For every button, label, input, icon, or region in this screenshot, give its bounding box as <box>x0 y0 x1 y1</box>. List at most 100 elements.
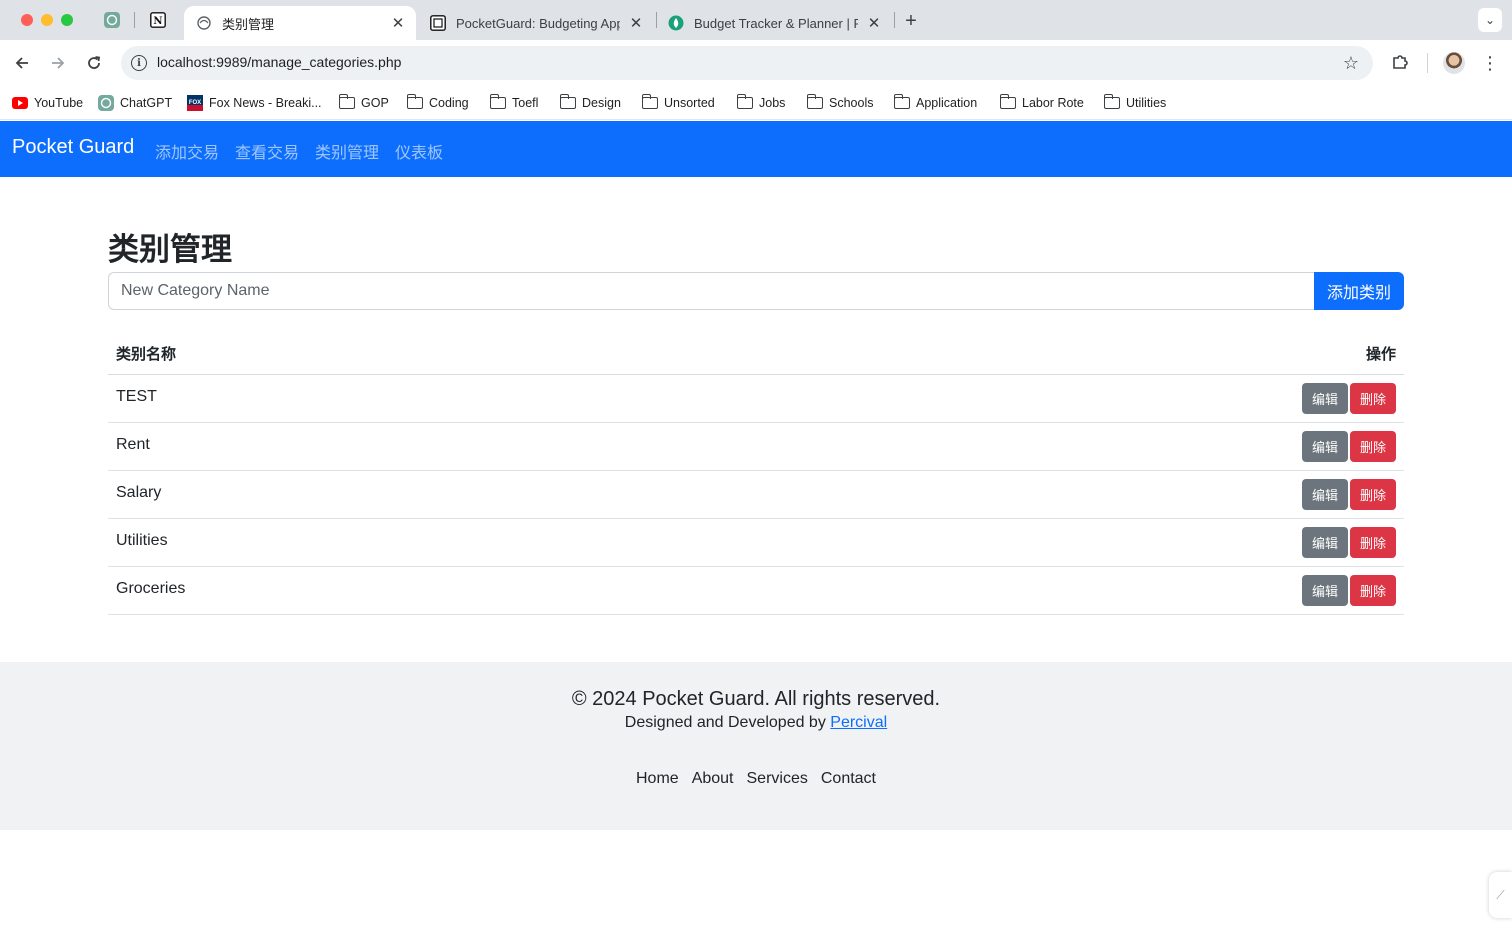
bookmark-label: Unsorted <box>664 96 715 110</box>
navbar-brand[interactable]: Pocket Guard <box>12 136 134 159</box>
category-name-cell: TEST <box>108 374 672 423</box>
window-maximize-button[interactable] <box>61 14 73 26</box>
delete-button[interactable]: 删除 <box>1350 526 1396 558</box>
category-name-cell: Utilities <box>108 518 672 567</box>
tab-search-chevron-icon[interactable]: ⌄ <box>1478 8 1502 32</box>
delete-button[interactable]: 删除 <box>1350 382 1396 414</box>
new-tab-plus-icon[interactable]: + <box>900 10 922 32</box>
table-row: Salary 编辑 删除 <box>108 470 1404 519</box>
table-header-row: 类别名称 操作 <box>108 334 1404 375</box>
categories-table: 类别名称 操作 TEST 编辑 删除 Rent 编辑 删除 Salary 编辑 删除 … <box>108 334 1404 615</box>
category-name-cell: Salary <box>108 470 672 519</box>
address-bar[interactable]: i localhost:9989/manage_categories.php ☆ <box>121 46 1373 80</box>
notion-icon: N <box>150 12 166 28</box>
bookmark-folder-application[interactable]: Application <box>893 93 978 113</box>
nav-link-manage-categories[interactable]: 类别管理 <box>315 139 379 163</box>
folder-icon <box>893 94 910 111</box>
budget-tracker-favicon-icon <box>668 15 684 31</box>
footer-link-services[interactable]: Services <box>747 770 808 788</box>
bookmark-folder-schools[interactable]: Schools <box>806 93 873 113</box>
edit-button[interactable]: 编辑 <box>1302 478 1348 510</box>
folder-icon <box>1103 94 1120 111</box>
category-name-cell: Rent <box>108 422 672 471</box>
browser-menu-icon[interactable]: ⋮ <box>1480 52 1500 74</box>
bookmark-folder-toefl[interactable]: Toefl <box>489 93 538 113</box>
tab-close-icon[interactable]: ✕ <box>390 15 406 32</box>
tab-budget-tracker[interactable]: Budget Tracker & Planner | Fr ✕ <box>656 6 892 40</box>
bookmark-star-icon[interactable]: ☆ <box>1343 53 1359 74</box>
bookmark-folder-design[interactable]: Design <box>559 93 621 113</box>
new-category-input[interactable] <box>108 272 1314 310</box>
actions-cell: 编辑 删除 <box>671 374 1404 423</box>
footer-link-about[interactable]: About <box>692 770 734 788</box>
nav-link-add-transaction[interactable]: 添加交易 <box>155 139 219 163</box>
svg-text:FOX: FOX <box>189 100 201 106</box>
bookmarks-bar: YouTube ChatGPT FOX Fox News - Breaki...… <box>0 86 1512 120</box>
add-category-button[interactable]: 添加类别 <box>1314 272 1404 310</box>
bookmark-label: Utilities <box>1126 96 1167 110</box>
edit-button[interactable]: 编辑 <box>1302 574 1348 606</box>
table-row: Groceries 编辑 删除 <box>108 566 1404 615</box>
bookmark-folder-utilities[interactable]: Utilities <box>1103 93 1167 113</box>
bookmark-youtube[interactable]: YouTube <box>12 93 83 113</box>
browser-toolbar: i localhost:9989/manage_categories.php ☆ <box>0 40 1512 86</box>
bookmark-folder-coding[interactable]: Coding <box>406 93 469 113</box>
side-panel-toggle-icon[interactable]: ⟋ <box>1489 872 1512 918</box>
delete-button[interactable]: 删除 <box>1350 430 1396 462</box>
actions-cell: 编辑 删除 <box>671 566 1404 615</box>
delete-button[interactable]: 删除 <box>1350 478 1396 510</box>
site-footer: © 2024 Pocket Guard. All rights reserved… <box>0 662 1512 830</box>
footer-link-contact[interactable]: Contact <box>821 770 876 788</box>
pinned-tab-chatgpt[interactable] <box>102 10 122 30</box>
tab-manage-categories[interactable]: 类别管理 ✕ <box>184 6 416 40</box>
bookmark-folder-labor-rote[interactable]: Labor Rote <box>999 93 1084 113</box>
footer-link-home[interactable]: Home <box>636 770 679 788</box>
tab-title: Budget Tracker & Planner | Fr <box>694 15 858 31</box>
footer-copyright: © 2024 Pocket Guard. All rights reserved… <box>571 688 941 710</box>
bookmark-label: Design <box>582 96 621 110</box>
bookmark-folder-unsorted[interactable]: Unsorted <box>641 93 715 113</box>
chatgpt-icon <box>98 95 114 111</box>
column-header-category-name: 类别名称 <box>108 334 672 375</box>
pocketguard-favicon-icon <box>430 15 446 31</box>
site-info-icon[interactable]: i <box>131 55 147 71</box>
tab-title: 类别管理 <box>222 16 275 32</box>
tab-close-icon[interactable]: ✕ <box>866 15 882 32</box>
back-arrow-icon[interactable] <box>11 52 33 74</box>
nav-link-view-transactions[interactable]: 查看交易 <box>235 139 299 163</box>
tab-close-icon[interactable]: ✕ <box>628 15 644 32</box>
reload-icon[interactable] <box>83 52 105 74</box>
bookmark-chatgpt[interactable]: ChatGPT <box>98 93 172 113</box>
footer-links: Home About Services Contact <box>0 770 1512 788</box>
folder-icon <box>489 94 506 111</box>
globe-icon <box>196 15 212 31</box>
bookmark-fox-news[interactable]: FOX Fox News - Breaki... <box>187 93 322 113</box>
folder-icon <box>559 94 576 111</box>
bookmark-folder-jobs[interactable]: Jobs <box>736 93 785 113</box>
edit-button[interactable]: 编辑 <box>1302 430 1348 462</box>
extensions-puzzle-icon[interactable] <box>1390 52 1410 72</box>
actions-cell: 编辑 删除 <box>671 470 1404 519</box>
table-row: TEST 编辑 删除 <box>108 374 1404 423</box>
folder-icon <box>806 94 823 111</box>
edit-button[interactable]: 编辑 <box>1302 526 1348 558</box>
bookmark-label: Labor Rote <box>1022 96 1084 110</box>
bookmark-folder-gop[interactable]: GOP <box>338 93 389 113</box>
edit-button[interactable]: 编辑 <box>1302 382 1348 414</box>
nav-link-dashboard[interactable]: 仪表板 <box>395 139 443 163</box>
bookmark-label: Application <box>916 96 978 110</box>
forward-arrow-icon[interactable] <box>47 52 69 74</box>
footer-credit-link[interactable]: Percival <box>830 714 887 731</box>
bookmark-label: YouTube <box>34 96 84 110</box>
tab-title: PocketGuard: Budgeting App <box>456 15 620 31</box>
window-minimize-button[interactable] <box>41 14 53 26</box>
youtube-icon <box>12 95 28 111</box>
tab-pocketguard[interactable]: PocketGuard: Budgeting App ✕ <box>418 6 654 40</box>
column-header-actions: 操作 <box>671 334 1404 375</box>
window-close-button[interactable] <box>21 14 33 26</box>
delete-button[interactable]: 删除 <box>1350 574 1396 606</box>
footer-credit-text: Designed and Developed by <box>624 714 826 731</box>
pinned-tab-notion[interactable]: N <box>148 10 168 30</box>
address-url[interactable]: localhost:9989/manage_categories.php <box>157 54 401 70</box>
profile-avatar[interactable] <box>1443 52 1465 74</box>
